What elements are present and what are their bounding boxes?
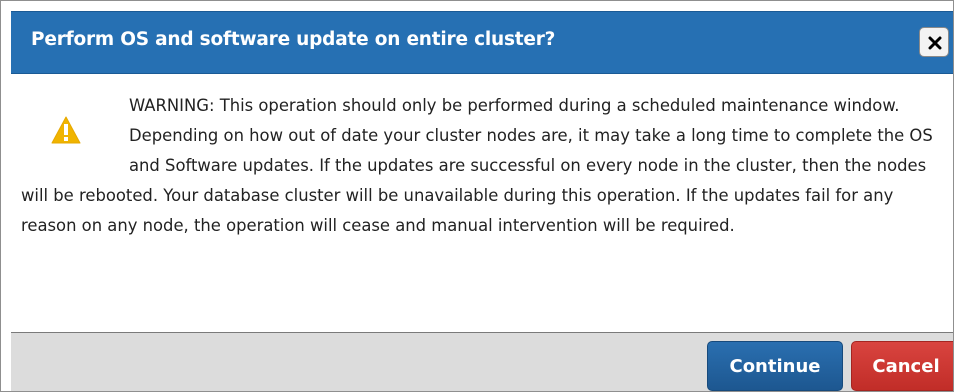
update-cluster-dialog: Perform OS and software update on entire… <box>0 0 954 392</box>
close-icon <box>928 36 942 50</box>
cancel-button[interactable]: Cancel <box>851 341 953 391</box>
warning-triangle-icon <box>21 91 81 161</box>
dialog-titlebar: Perform OS and software update on entire… <box>11 11 953 74</box>
close-button[interactable] <box>919 27 949 57</box>
continue-button[interactable]: Continue <box>707 341 843 391</box>
dialog-footer: Continue Cancel <box>11 332 953 391</box>
dialog-title: Perform OS and software update on entire… <box>31 29 556 50</box>
dialog-content: WARNING: This operation should only be p… <box>21 91 937 241</box>
warning-message: WARNING: This operation should only be p… <box>21 96 933 235</box>
